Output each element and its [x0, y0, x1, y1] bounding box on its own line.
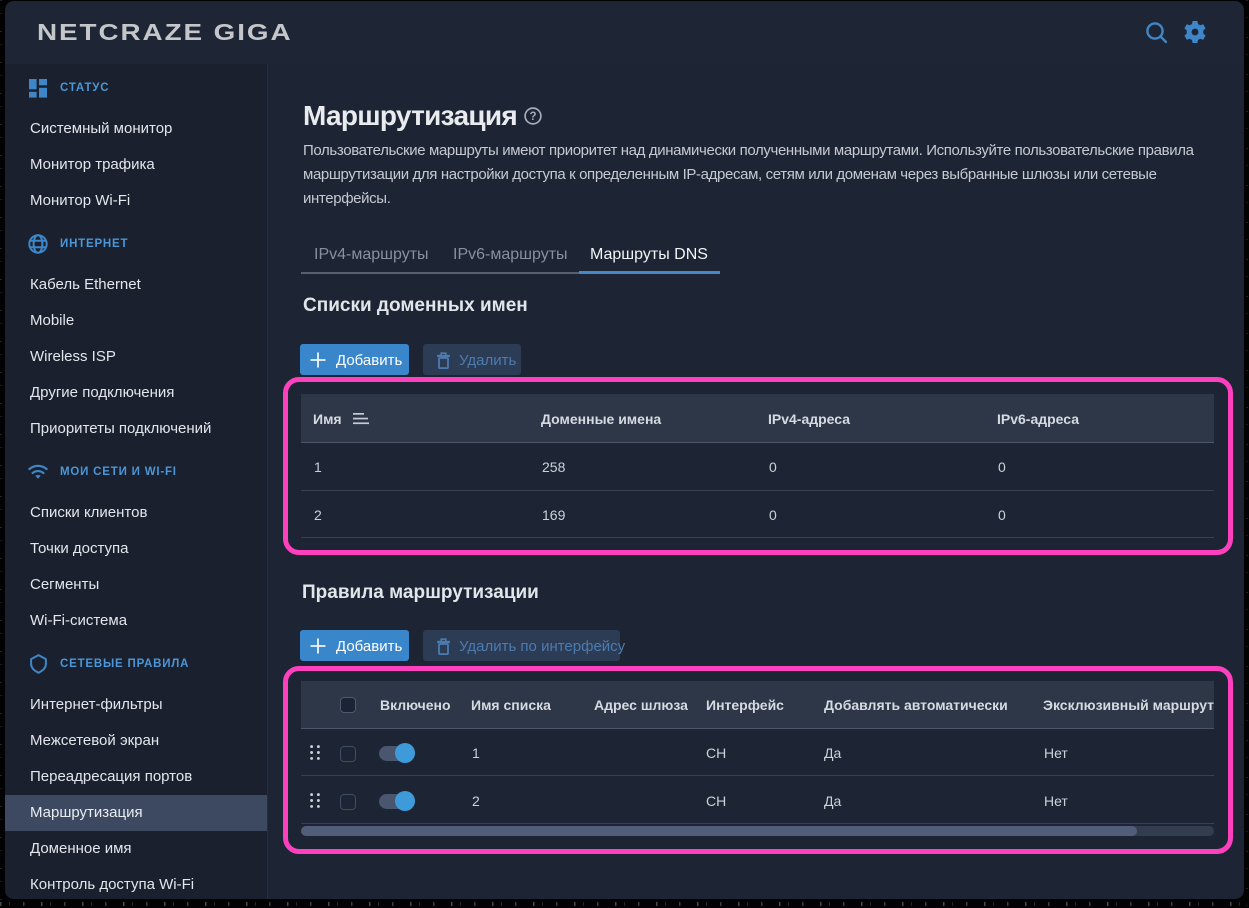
- svg-text:?: ?: [529, 111, 536, 123]
